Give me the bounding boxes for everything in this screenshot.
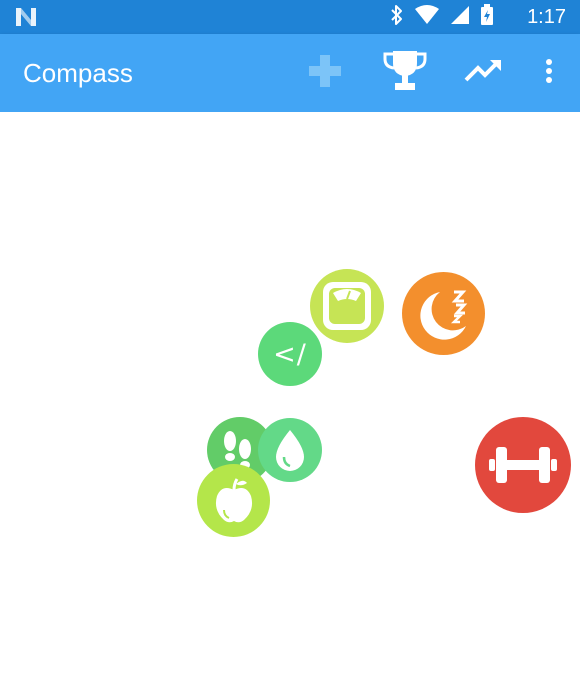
achievements-button[interactable] [380,49,430,98]
scale-icon [320,279,374,333]
trophy-icon [382,49,428,98]
apple-icon [210,476,258,526]
app-bar: Compass [0,34,580,112]
water-bubble[interactable] [258,418,322,482]
water-drop-icon [270,427,310,473]
n-logo-icon [14,6,38,28]
status-bar: 1:17 [0,0,580,34]
fitness-bubble[interactable] [475,417,571,513]
cell-signal-icon [450,4,470,31]
overflow-menu-icon [545,58,553,89]
code-bubble[interactable]: </ [258,322,322,386]
sleep-bubble[interactable] [402,272,485,355]
system-icons [390,3,494,31]
nutrition-bubble[interactable] [197,464,270,537]
add-icon [307,53,343,94]
progress-button[interactable] [462,51,506,95]
bluetooth-icon [390,4,404,31]
trending-up-icon [464,56,504,91]
dumbbell-icon [488,440,558,490]
app-title: Compass [23,58,133,88]
status-clock: 1:17 [527,6,566,28]
weight-scale-bubble[interactable] [310,269,384,343]
goals-bubble-canvas: </ [0,112,580,690]
battery-charging-icon [480,3,494,31]
moon-zzz-icon [414,284,474,344]
add-button[interactable] [303,51,347,95]
code-icon: </ [273,338,307,370]
wifi-icon [414,4,440,31]
overflow-menu-button[interactable] [536,51,562,95]
